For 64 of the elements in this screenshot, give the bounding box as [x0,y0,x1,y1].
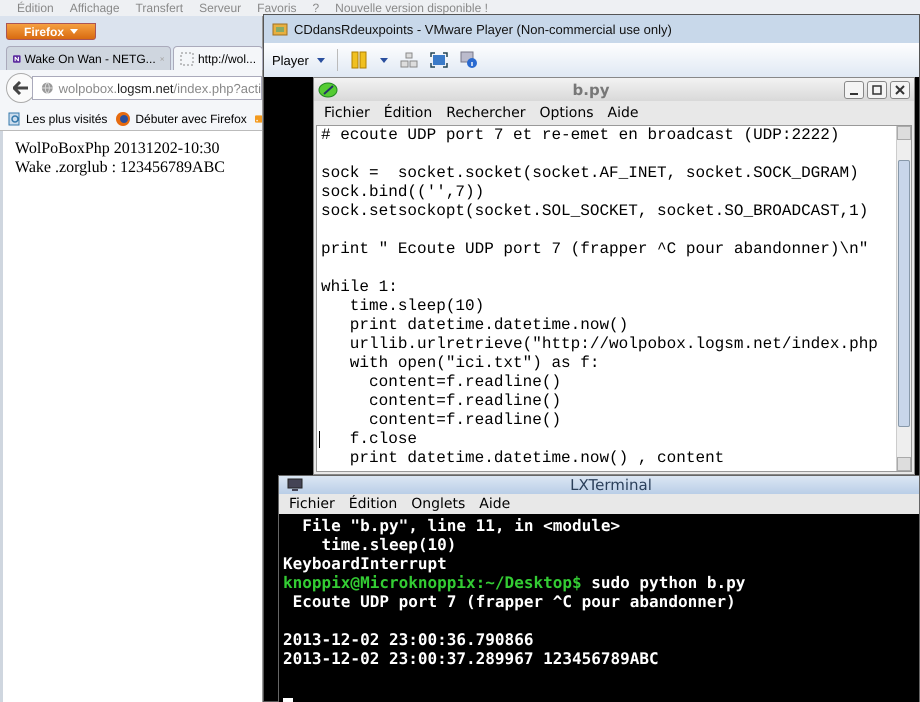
window-title: LXTerminal [569,476,653,494]
monitor-icon [287,478,303,492]
caret-icon[interactable] [380,58,388,62]
info-icon[interactable] [460,51,478,69]
code-line: sock.bind(('',7)) [321,183,484,201]
maximize-button[interactable] [867,80,887,98]
blank-page-icon [180,52,194,66]
browser-tab[interactable]: Wake On Wan - NETG... [6,46,171,70]
terminal-output: 2013-12-02 23:00:36.790866 [283,630,534,649]
menu-item[interactable]: Onglets [411,496,466,512]
bookmark[interactable]: Débuter avec Firefox [115,111,247,127]
fullscreen-icon[interactable] [430,52,448,68]
code-line: f.close [348,430,418,448]
terminal-output: File "b.py", line 11, in <module> [301,516,620,535]
terminal-output: Ecoute UDP port 7 (frapper ^C pour abandonner) [292,592,736,611]
terminal-command: knoppix@Microknoppix:~/Desktop$ sudo python b.py [283,573,746,592]
menu-item[interactable]: Aide [608,105,639,121]
menu-item[interactable]: Édition [348,496,398,512]
address-field[interactable]: wolpobox.logsm.net/index.php?acti [32,76,262,100]
code-line: content=f.readline() [368,392,562,410]
caret-icon [70,29,78,34]
window-title: CDdansRdeuxpoints - VMware Player (Non-commercial use only) [294,22,672,36]
menu-item[interactable]: Fichier [289,496,335,512]
close-button[interactable] [890,80,910,98]
menu-item[interactable]: Options [540,105,594,121]
code-line: sock.setsockopt(socket.SOL_SOCKET, socket.SO_BROADCAST,1) [321,202,868,220]
menu-item[interactable]: Aide [479,496,510,512]
code-line: urllib.urlretrieve("http://wolpobox.logsm.net/index.php [348,335,878,353]
code-line: print " Ecoute UDP port 7 (frapper ^C pour abandonner)\n" [321,240,868,258]
minimize-button[interactable] [844,80,864,98]
minimize-icon [850,92,858,94]
leaf-icon [318,80,338,98]
code-line: content=f.readline() [368,373,562,391]
code-line: content=f.readline() [368,411,562,429]
code-line: print datetime.datetime.now() [348,316,628,334]
menu-item[interactable]: Édition [384,105,432,121]
code-line: with open("ici.txt") as f: [348,354,600,372]
maximize-icon [872,84,882,94]
code-line: # ecoute UDP port 7 et re-emet en broadcast (UDP:2222) [321,126,840,144]
terminal-output: 2013-12-02 23:00:37.289967 123456789ABC [283,649,659,668]
menu-item[interactable]: Fichier [324,105,370,121]
back-arrow-icon [13,81,29,95]
app-icon [272,21,288,37]
scrollbar[interactable] [896,126,911,471]
code-line: while 1: [321,278,398,296]
code-line: sock = socket.socket(socket.AF_INET, socket.SOCK_DGRAM) [321,164,859,182]
terminal-output: time.sleep(10) [320,535,456,554]
menu-item[interactable]: Rechercher [446,105,526,121]
page-icon [8,112,22,126]
pause-icon[interactable] [350,51,368,69]
network-icon[interactable] [400,52,418,68]
bookmark[interactable]: Les plus visités [8,112,108,126]
player-menu-button[interactable]: Player [272,52,325,68]
globe-logo-icon [115,111,132,127]
code-line: time.sleep(10) [348,297,484,315]
caret-icon [316,58,325,62]
terminal-output: KeyboardInterrupt [283,554,447,573]
close-icon [895,84,905,94]
globe-icon [41,81,54,95]
browser-tab[interactable]: http://wol... [173,46,264,70]
window-title: b.py [572,80,610,98]
code-line: print datetime.datetime.now() , content [348,449,724,467]
page-text: Wake .zorglub : 123456789ABC [15,158,226,177]
page-text: WolPoBoxPhp 20131202-10:30 [15,139,221,158]
